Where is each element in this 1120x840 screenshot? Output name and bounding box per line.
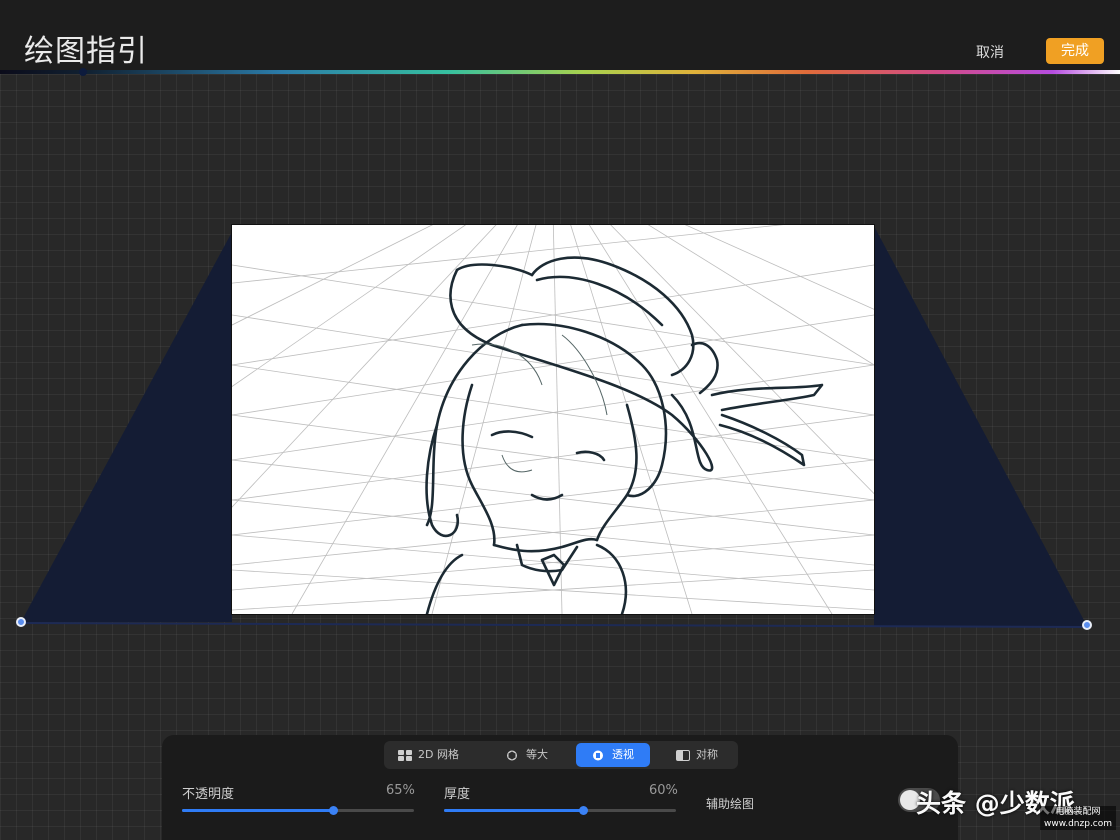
opacity-slider-thumb[interactable]: [328, 806, 338, 815]
cube-icon: [507, 750, 517, 760]
guide-color-knob[interactable]: [79, 68, 87, 76]
thickness-label: 厚度: [444, 787, 471, 802]
vanishing-point-handle-left[interactable]: [16, 617, 26, 627]
tab-perspective[interactable]: 透视: [576, 743, 650, 767]
perspective-right-wing: [874, 226, 1087, 626]
opacity-slider[interactable]: [182, 806, 414, 815]
grid-icon: [398, 749, 412, 761]
thickness-slider-thumb[interactable]: [579, 806, 589, 815]
vanishing-point-handle-right[interactable]: [1082, 620, 1092, 630]
tab-isometric-label: 等大: [526, 748, 548, 761]
symmetry-icon: [676, 749, 690, 761]
top-bar: 绘图指引 取消 完成: [0, 0, 1120, 70]
opacity-value: 65%: [386, 783, 415, 798]
thickness-slider[interactable]: [444, 806, 676, 815]
opacity-slider-fill: [182, 809, 333, 812]
watermark-sub-text: 电脑装配网 www.dnzp.com: [1040, 806, 1116, 830]
thickness-value: 60%: [649, 783, 678, 798]
done-button[interactable]: 完成: [1046, 38, 1104, 64]
guide-options-panel: 2D 网格 等大 透视 对称 不透明度 65% 厚度 60% 辅助绘图: [162, 735, 958, 840]
tab-symmetry-label: 对称: [696, 748, 718, 761]
guide-color-slider[interactable]: [0, 70, 1120, 74]
perspective-icon: [593, 750, 603, 760]
line-art-drawing: [232, 225, 874, 614]
tab-2d-grid-label: 2D 网格: [418, 748, 459, 761]
tab-2d-grid[interactable]: 2D 网格: [388, 743, 486, 767]
assisted-drawing-label: 辅助绘图: [706, 797, 755, 811]
tab-perspective-label: 透视: [612, 748, 634, 761]
tab-symmetry[interactable]: 对称: [656, 743, 734, 767]
cancel-button[interactable]: 取消: [962, 42, 1018, 64]
thickness-slider-fill: [444, 809, 584, 812]
opacity-label: 不透明度: [182, 787, 235, 802]
guide-mode-selector: 2D 网格 等大 透视 对称: [384, 741, 738, 769]
page-title: 绘图指引: [24, 34, 148, 69]
drawing-canvas[interactable]: [232, 225, 874, 614]
tab-isometric[interactable]: 等大: [492, 743, 572, 767]
perspective-left-wing: [21, 232, 232, 622]
